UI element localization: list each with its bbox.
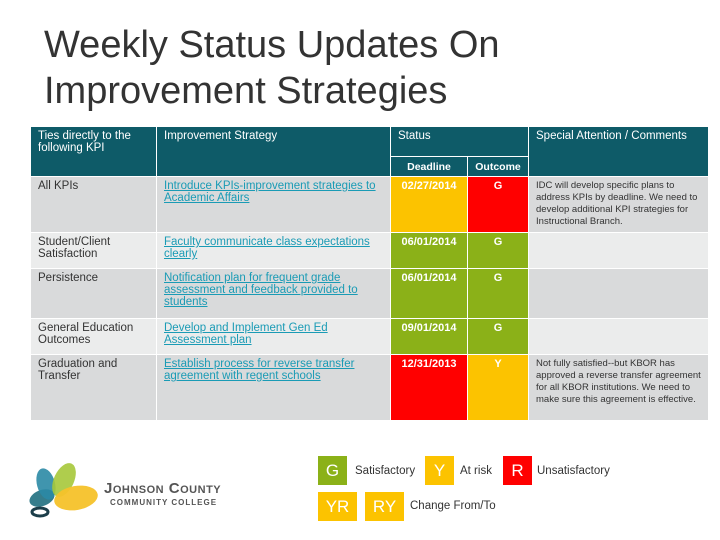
legend-yellow-box: Y [425,456,454,485]
college-logo: Johnson County COMMUNITY COLLEGE [24,462,264,522]
kpi-cell: All KPIs [30,176,157,233]
leaf-logo-icon [29,463,98,518]
strategy-cell: Notification plan for frequent grade ass… [156,268,391,319]
table-row: Persistence Notification plan for frequen… [30,268,710,319]
kpi-cell: Student/Client Satisfaction [30,232,157,269]
deadline-cell: 06/01/2014 [390,232,468,269]
header-status: Status [389,126,530,157]
deadline-cell: 12/31/2013 [390,354,468,421]
table-row: All KPIs Introduce KPIs-improvement strat… [30,176,710,233]
comment-cell [528,318,710,355]
header-strategy: Improvement Strategy [156,126,391,177]
table-row: General Education Outcomes Develop and Im… [30,318,710,355]
header-comments: Special Attention / Comments [528,126,710,177]
strategy-cell: Establish process for reverse transfer a… [156,354,391,421]
outcome-cell: G [466,268,530,319]
strategy-cell: Faculty communicate class expectations c… [156,232,391,269]
kpi-cell: Persistence [30,268,157,319]
legend-green-box: G [318,456,347,485]
logo-subtitle: COMMUNITY COLLEGE [110,498,218,507]
header-deadline: Deadline [390,156,468,177]
header-outcome: Outcome [466,156,530,177]
outcome-cell: Y [466,354,530,421]
strategy-link[interactable]: Develop and Implement Gen Ed Assessment … [164,322,328,346]
comment-cell [528,268,710,319]
comment-cell [528,232,710,269]
legend-yellow-label: At risk [460,465,492,477]
legend-red-label: Unsatisfactory [537,465,610,477]
strategy-cell: Introduce KPIs-improvement strategies to… [156,176,391,233]
comment-cell: Not fully satisfied--but KBOR has approv… [528,354,710,421]
kpi-cell: General Education Outcomes [30,318,157,355]
outcome-cell: G [466,176,530,233]
strategy-cell: Develop and Implement Gen Ed Assessment … [156,318,391,355]
strategy-link[interactable]: Faculty communicate class expectations c… [164,236,370,260]
strategy-link[interactable]: Notification plan for frequent grade ass… [164,272,358,308]
outcome-cell: G [466,318,530,355]
deadline-cell: 06/01/2014 [390,268,468,319]
outcome-cell: G [466,232,530,269]
page-title: Weekly Status Updates On Improvement Str… [44,24,500,112]
logo-name: Johnson County [104,480,222,497]
table-row: Graduation and Transfer Establish process… [30,354,710,421]
legend-green-label: Satisfactory [355,465,416,477]
deadline-cell: 02/27/2014 [390,176,468,233]
kpi-cell: Graduation and Transfer [30,354,157,421]
strategy-link[interactable]: Establish process for reverse transfer a… [164,358,354,382]
comment-cell: IDC will develop specific plans to addre… [528,176,710,233]
legend-ry-box: RY [365,492,404,521]
legend-change-label: Change From/To [410,500,496,512]
legend-red-box: R [503,456,532,485]
deadline-cell: 09/01/2014 [390,318,468,355]
strategy-link[interactable]: Introduce KPIs-improvement strategies to… [164,180,376,204]
status-table: Ties directly to the following KPI Impro… [30,126,710,421]
table-row: Student/Client Satisfaction Faculty commu… [30,232,710,269]
legend-yr-box: YR [318,492,357,521]
header-kpi: Ties directly to the following KPI [30,126,157,177]
